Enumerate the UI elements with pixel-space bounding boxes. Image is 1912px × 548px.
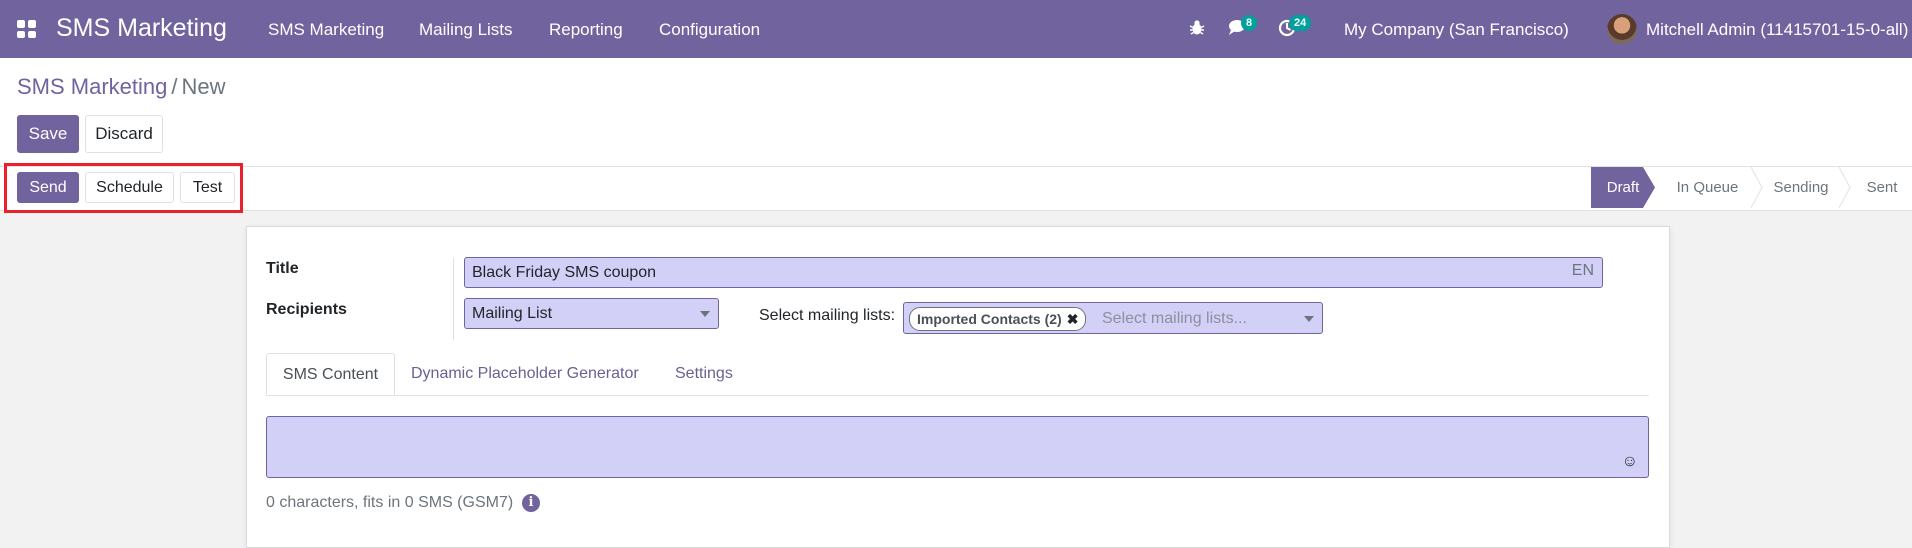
breadcrumb-separator: / xyxy=(171,74,178,99)
mailing-lists-input[interactable]: Select mailing lists... xyxy=(1102,310,1247,328)
stage-sending[interactable]: Sending xyxy=(1764,167,1838,208)
info-icon[interactable]: i xyxy=(522,494,540,512)
mailing-list-tag: Imported Contacts (2) ✖ xyxy=(909,307,1087,331)
avatar[interactable] xyxy=(1607,14,1637,44)
mailing-lists-label: Select mailing lists: xyxy=(759,307,896,324)
discard-button[interactable]: Discard xyxy=(85,115,163,153)
sms-content-textarea[interactable]: ☺ xyxy=(266,416,1649,478)
save-button[interactable]: Save xyxy=(17,115,79,153)
breadcrumb-current: New xyxy=(181,74,226,99)
chevron-down-icon xyxy=(700,311,710,317)
control-panel xyxy=(0,58,1912,166)
app-brand[interactable]: SMS Marketing xyxy=(56,14,227,43)
stage-chevron-icon xyxy=(1838,167,1851,208)
stage-in-queue[interactable]: In Queue xyxy=(1665,167,1750,208)
recipients-select[interactable]: Mailing List xyxy=(464,298,719,329)
title-label: Title xyxy=(266,260,299,277)
recipients-value: Mailing List xyxy=(472,305,553,322)
language-button[interactable]: EN xyxy=(1572,262,1594,280)
highlight-box xyxy=(4,163,243,213)
title-value: Black Friday SMS coupon xyxy=(472,264,657,281)
menu-configuration[interactable]: Configuration xyxy=(659,20,760,40)
company-switcher[interactable]: My Company (San Francisco) xyxy=(1344,20,1569,40)
stage-chevron-icon xyxy=(1750,167,1763,208)
tab-dynamic-placeholder-generator[interactable]: Dynamic Placeholder Generator xyxy=(411,353,639,395)
bug-icon[interactable] xyxy=(1189,19,1205,41)
label-divider xyxy=(453,258,454,340)
menu-reporting[interactable]: Reporting xyxy=(549,20,623,40)
chat-badge: 8 xyxy=(1241,15,1258,31)
emoji-icon[interactable]: ☺ xyxy=(1622,453,1638,471)
chevron-down-icon[interactable] xyxy=(1304,316,1314,322)
breadcrumb: SMS Marketing / New xyxy=(17,74,226,100)
activity-badge: 24 xyxy=(1289,15,1312,31)
stage-sent[interactable]: Sent xyxy=(1852,167,1912,208)
apps-grid-icon[interactable] xyxy=(17,20,37,38)
remove-tag-icon[interactable]: ✖ xyxy=(1067,311,1079,327)
tab-sms-content[interactable]: SMS Content xyxy=(266,353,395,395)
mailing-list-tag-label: Imported Contacts (2) xyxy=(917,311,1062,327)
mailing-lists-field[interactable]: Imported Contacts (2) ✖ Select mailing li… xyxy=(903,302,1323,334)
notebook-tabs: SMS Content Dynamic Placeholder Generato… xyxy=(266,353,1649,396)
title-input[interactable]: Black Friday SMS coupon EN xyxy=(464,257,1603,288)
tab-settings[interactable]: Settings xyxy=(675,353,733,395)
recipients-label: Recipients xyxy=(266,301,347,318)
menu-mailing-lists[interactable]: Mailing Lists xyxy=(419,20,513,40)
breadcrumb-parent[interactable]: SMS Marketing xyxy=(17,74,167,99)
sms-counter: 0 characters, fits in 0 SMS (GSM7) xyxy=(266,494,514,511)
menu-sms-marketing[interactable]: SMS Marketing xyxy=(268,20,384,40)
user-menu[interactable]: Mitchell Admin (11415701-15-0-all) xyxy=(1646,20,1908,40)
stage-draft[interactable]: Draft xyxy=(1591,167,1655,208)
top-navbar: SMS Marketing SMS Marketing Mailing List… xyxy=(0,0,1912,58)
